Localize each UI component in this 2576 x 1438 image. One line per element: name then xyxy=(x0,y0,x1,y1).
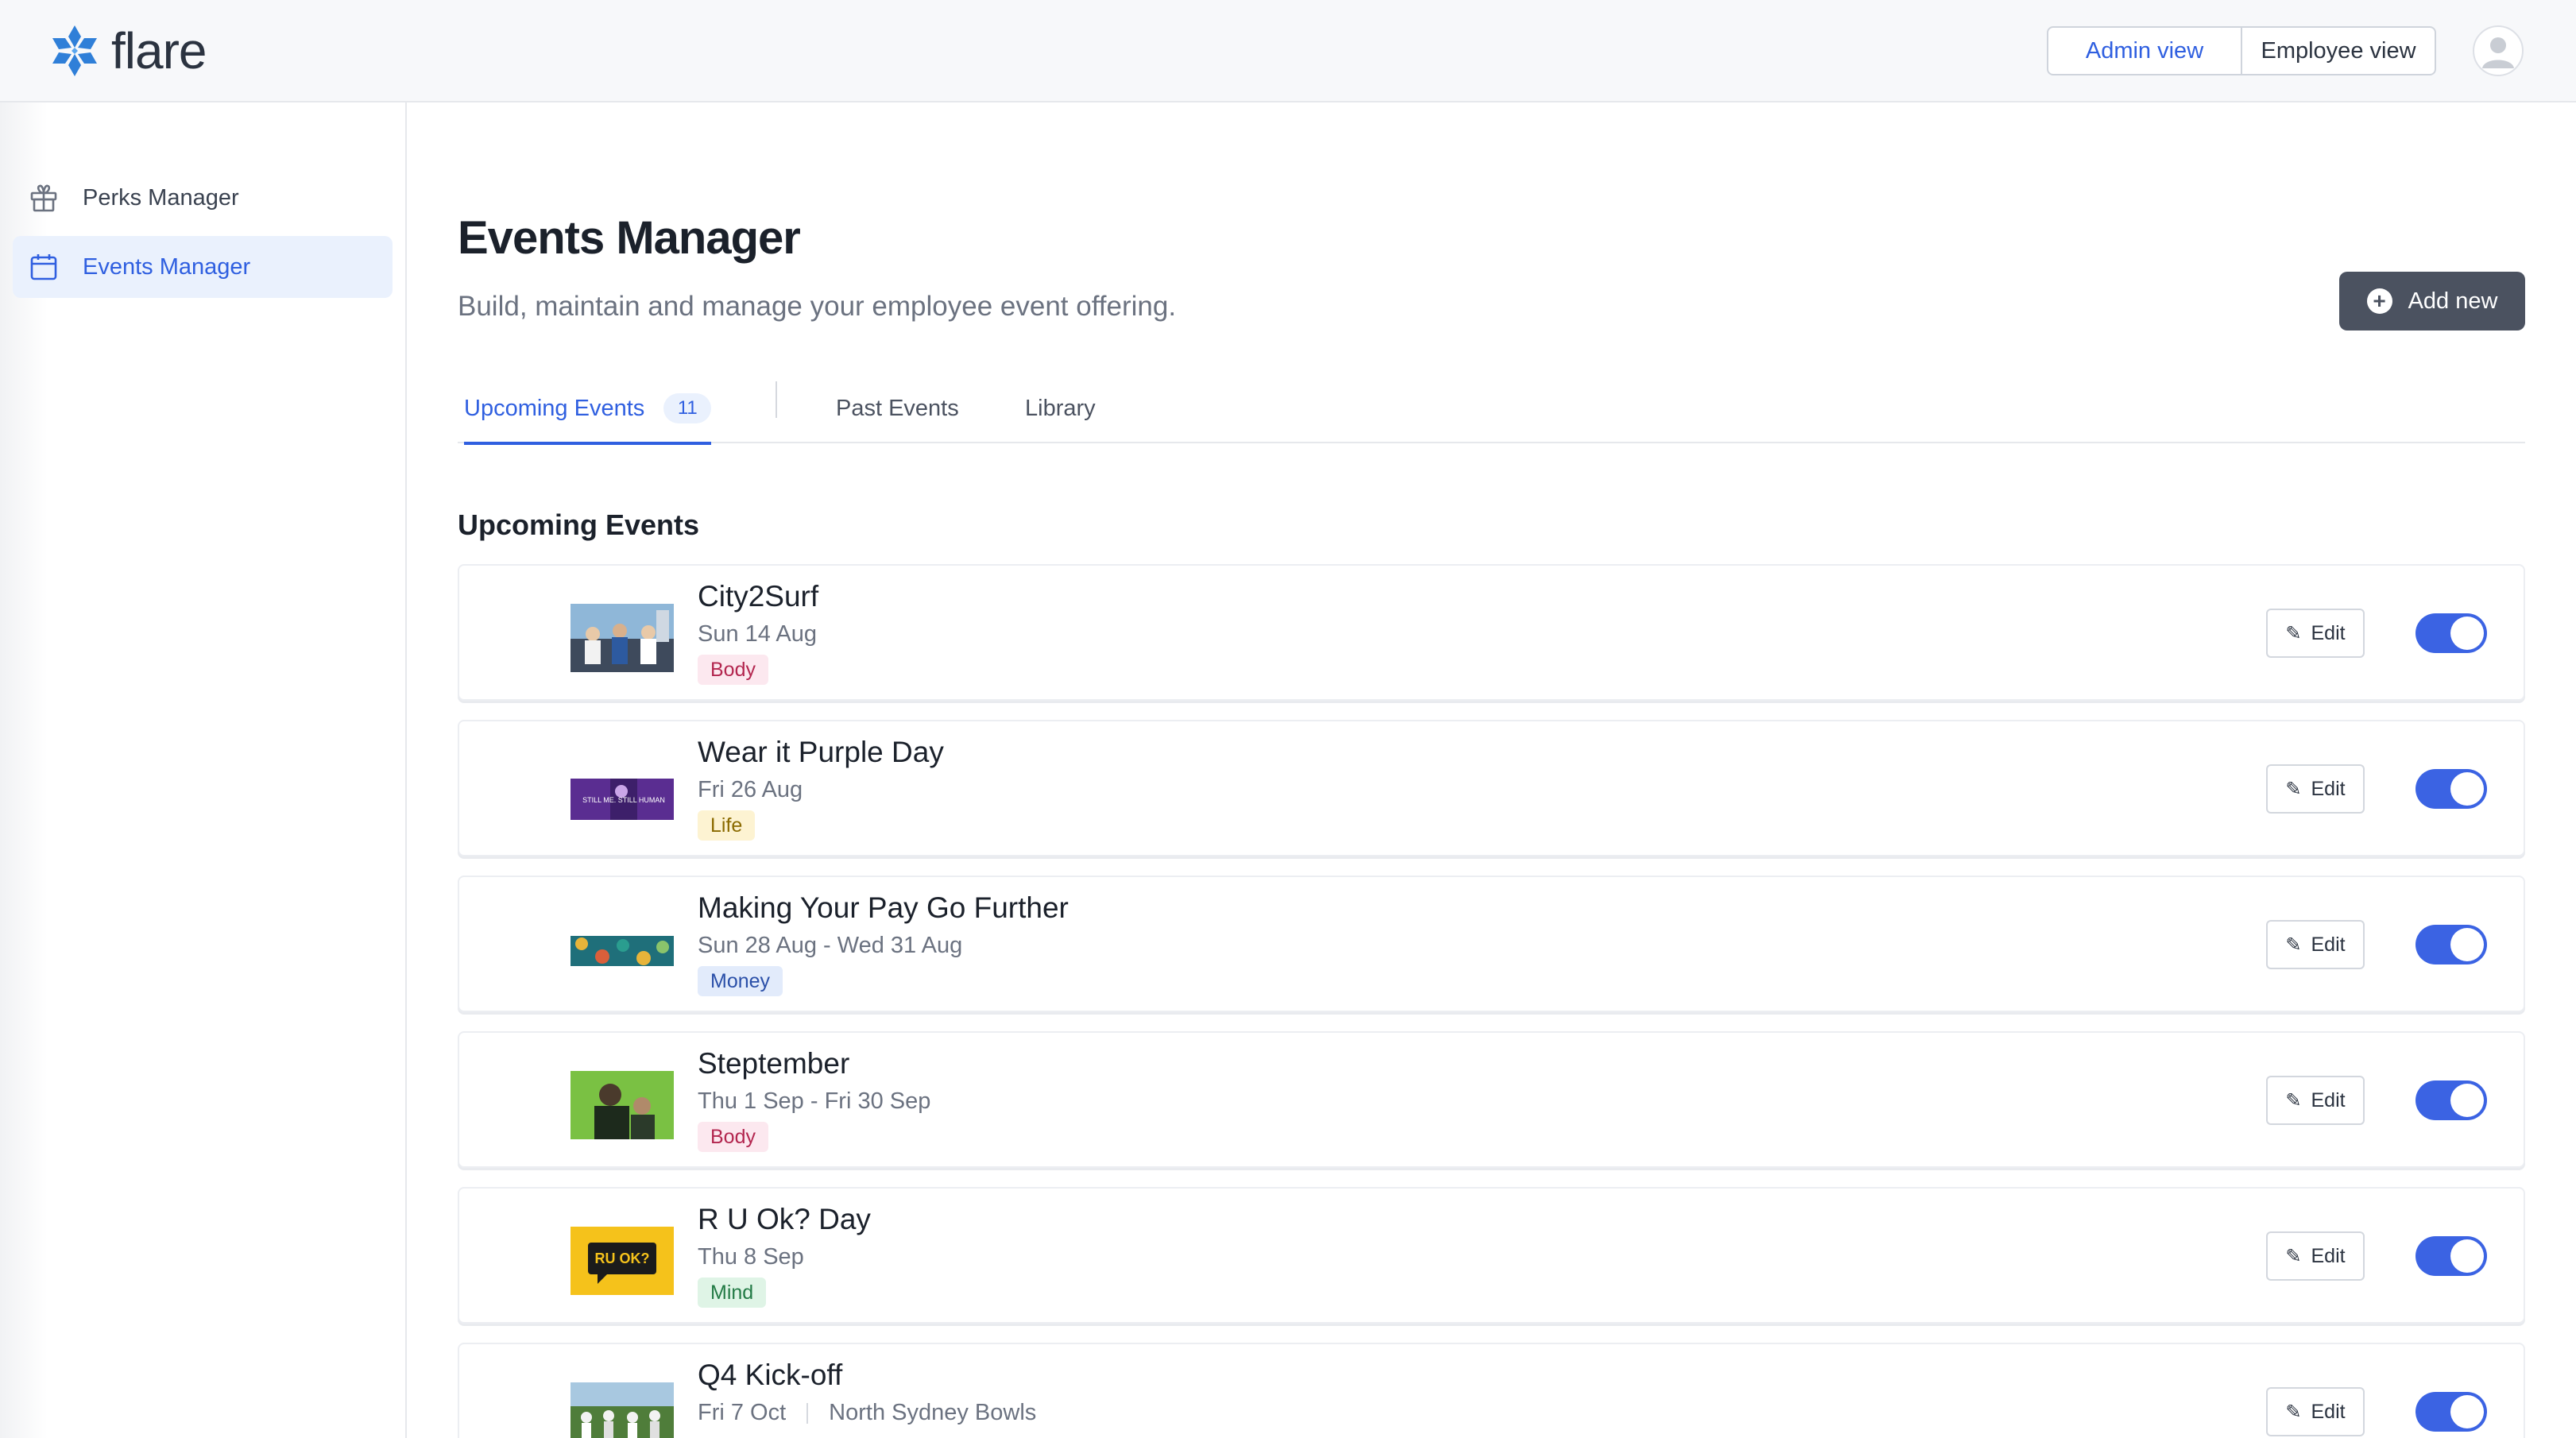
event-thumbnail xyxy=(571,915,674,984)
category-tag: Body xyxy=(698,1122,768,1152)
event-name: Wear it Purple Day xyxy=(698,736,944,768)
toggle-knob xyxy=(2450,772,2484,806)
event-enabled-toggle[interactable] xyxy=(2415,613,2487,653)
pencil-icon: ✎ xyxy=(2285,778,2302,800)
edit-label: Edit xyxy=(2311,933,2346,956)
tab-label: Upcoming Events xyxy=(464,395,645,421)
edit-label: Edit xyxy=(2311,1088,2346,1111)
pencil-icon: ✎ xyxy=(2285,1245,2302,1267)
brand-name: flare xyxy=(111,22,207,79)
edit-button[interactable]: ✎ Edit xyxy=(2266,1076,2365,1125)
toggle-knob xyxy=(2450,617,2484,650)
event-card[interactable]: STILL ME. STILL HUMAN Wear it Purple Day… xyxy=(458,720,2525,856)
event-thumbnail: STILL ME. STILL HUMAN xyxy=(571,760,674,828)
toggle-knob xyxy=(2450,1395,2484,1428)
tab-bar: Upcoming Events 11 Past Events Library xyxy=(458,373,2525,445)
add-new-label: Add new xyxy=(2408,288,2498,314)
event-enabled-toggle[interactable] xyxy=(2415,1236,2487,1276)
date-location-divider xyxy=(806,1402,809,1424)
event-card[interactable]: RU OK? R U Ok? Day Thu 8 Sep Mind ✎ Edit xyxy=(458,1187,2525,1324)
count-badge: 11 xyxy=(663,393,712,423)
event-date-row: Thu 8 Sep xyxy=(698,1244,804,1270)
event-enabled-toggle[interactable] xyxy=(2415,769,2487,809)
category-tag: Life xyxy=(698,810,756,841)
tab-label: Past Events xyxy=(836,395,959,421)
event-date-row: Fri 7 Oct North Sydney Bowls xyxy=(698,1400,1036,1426)
event-date: Fri 7 Oct xyxy=(698,1400,787,1425)
event-thumbnail: RU OK? xyxy=(571,1227,674,1295)
tab-past-events[interactable]: Past Events xyxy=(836,373,959,443)
page-title: Events Manager xyxy=(458,212,801,264)
add-new-button[interactable]: + Add new xyxy=(2339,272,2525,331)
event-date: Sun 14 Aug xyxy=(698,621,817,647)
event-enabled-toggle[interactable] xyxy=(2415,925,2487,964)
sidebar-item-label: Events Manager xyxy=(83,253,251,280)
event-date-row: Fri 26 Aug xyxy=(698,777,803,803)
category-tag: Body xyxy=(698,655,768,685)
edit-button[interactable]: ✎ Edit xyxy=(2266,764,2365,814)
flare-snowflake-icon xyxy=(52,25,97,76)
event-date: Thu 8 Sep xyxy=(698,1244,804,1270)
event-thumbnail xyxy=(571,604,674,672)
section-title: Upcoming Events xyxy=(458,508,700,541)
event-card[interactable]: Steptember Thu 1 Sep - Fri 30 Sep Body ✎… xyxy=(458,1031,2525,1168)
thumbnail-caption: STILL ME. STILL HUMAN xyxy=(582,796,665,804)
page-subtitle: Build, maintain and manage your employee… xyxy=(458,291,1177,322)
pencil-icon: ✎ xyxy=(2285,934,2302,956)
event-date: Thu 1 Sep - Fri 30 Sep xyxy=(698,1088,931,1114)
admin-view-button[interactable]: Admin view xyxy=(2048,28,2241,74)
event-date-row: Thu 1 Sep - Fri 30 Sep xyxy=(698,1088,930,1115)
edit-label: Edit xyxy=(2311,1400,2346,1423)
sidebar-item-perks-manager[interactable]: Perks Manager xyxy=(13,167,393,229)
sidebar-item-events-manager[interactable]: Events Manager xyxy=(13,236,393,298)
toggle-knob xyxy=(2450,928,2484,961)
tab-label: Library xyxy=(1025,395,1096,421)
user-avatar-icon[interactable] xyxy=(2473,25,2524,76)
edit-button[interactable]: ✎ Edit xyxy=(2266,920,2365,969)
tab-divider xyxy=(776,381,777,418)
event-date-row: Sun 14 Aug xyxy=(698,621,817,647)
edit-button[interactable]: ✎ Edit xyxy=(2266,1387,2365,1436)
sidebar: Perks Manager Events Manager xyxy=(0,102,407,1438)
pencil-icon: ✎ xyxy=(2285,622,2302,644)
pencil-icon: ✎ xyxy=(2285,1089,2302,1111)
calendar-icon xyxy=(27,250,60,284)
event-date: Fri 26 Aug xyxy=(698,777,803,802)
event-thumbnail xyxy=(571,1071,674,1139)
toggle-knob xyxy=(2450,1239,2484,1273)
event-name: Q4 Kick-off xyxy=(698,1359,843,1391)
employee-view-button[interactable]: Employee view xyxy=(2241,28,2435,74)
event-date: Sun 28 Aug - Wed 31 Aug xyxy=(698,933,963,958)
edit-button[interactable]: ✎ Edit xyxy=(2266,609,2365,658)
event-name: City2Surf xyxy=(698,580,819,613)
event-name: Making Your Pay Go Further xyxy=(698,891,1069,924)
category-tag: Mind xyxy=(698,1278,767,1308)
gift-icon xyxy=(27,181,60,215)
toggle-knob xyxy=(2450,1084,2484,1117)
view-switch: Admin view Employee view xyxy=(2047,26,2436,75)
edit-label: Edit xyxy=(2311,1244,2346,1267)
edit-label: Edit xyxy=(2311,621,2346,644)
event-card[interactable]: Making Your Pay Go Further Sun 28 Aug - … xyxy=(458,876,2525,1012)
event-location: North Sydney Bowls xyxy=(829,1400,1037,1425)
tab-upcoming-events[interactable]: Upcoming Events 11 xyxy=(464,373,712,445)
flare-logo[interactable]: flare xyxy=(49,22,207,79)
category-tag: Money xyxy=(698,966,783,996)
thumbnail-caption: RU OK? xyxy=(595,1251,650,1266)
top-bar: flare Admin view Employee view xyxy=(0,0,2576,102)
plus-circle-icon: + xyxy=(2366,288,2392,314)
event-enabled-toggle[interactable] xyxy=(2415,1392,2487,1432)
edit-label: Edit xyxy=(2311,777,2346,800)
tab-library[interactable]: Library xyxy=(1025,373,1096,443)
event-name: Steptember xyxy=(698,1047,850,1080)
sidebar-item-label: Perks Manager xyxy=(83,184,239,211)
event-enabled-toggle[interactable] xyxy=(2415,1080,2487,1120)
event-card[interactable]: City2Surf Sun 14 Aug Body ✎ Edit xyxy=(458,564,2525,701)
edit-button[interactable]: ✎ Edit xyxy=(2266,1231,2365,1281)
event-date-row: Sun 28 Aug - Wed 31 Aug xyxy=(698,933,962,959)
event-card[interactable]: Q4 Kick-off Fri 7 Oct North Sydney Bowls… xyxy=(458,1343,2525,1438)
event-name: R U Ok? Day xyxy=(698,1203,871,1235)
event-thumbnail xyxy=(571,1382,674,1438)
pencil-icon: ✎ xyxy=(2285,1401,2302,1423)
